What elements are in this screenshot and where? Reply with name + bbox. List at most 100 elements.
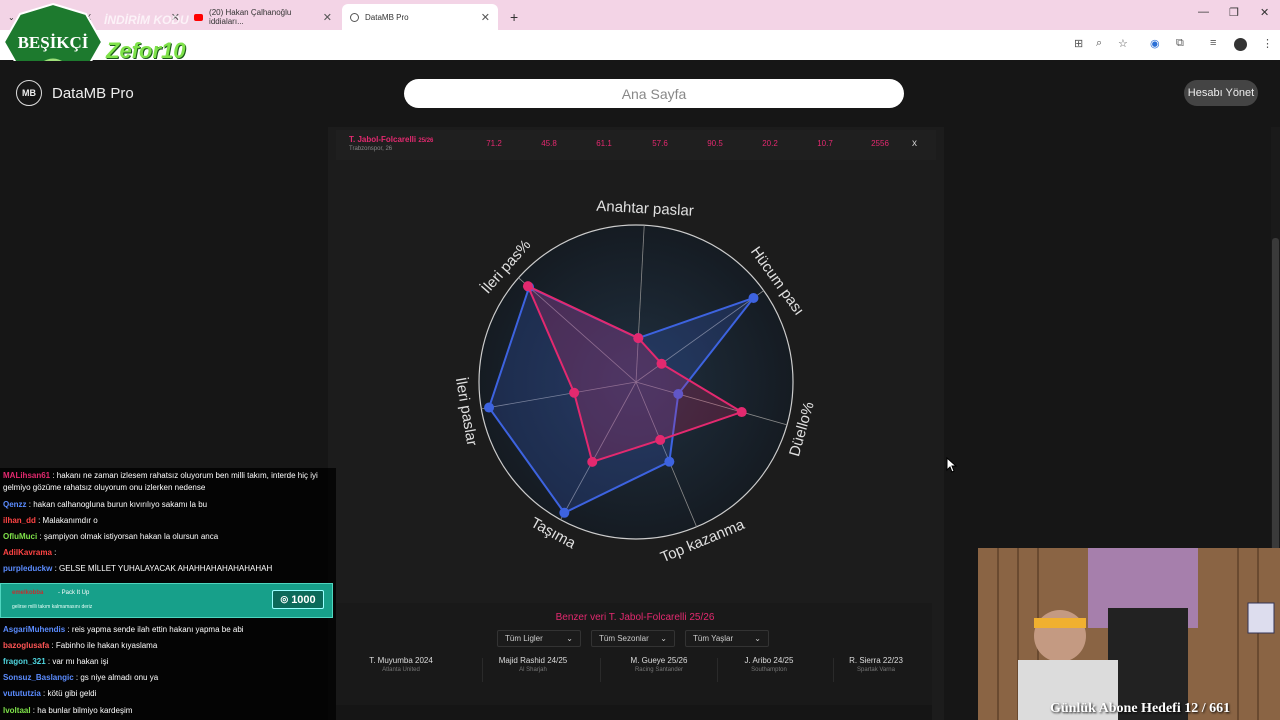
radar-point[interactable] xyxy=(664,456,675,467)
radar-point[interactable] xyxy=(569,387,580,398)
brand-name: DataMB Pro xyxy=(52,84,134,102)
similar-player-card[interactable]: J. Aribo 24/25 Southampton xyxy=(712,656,826,684)
reward-subtitle: gelirse milli takım kalmamasını deriz xyxy=(12,604,93,610)
chat-username[interactable]: fragon_321 xyxy=(3,657,46,666)
promo-text: İNDİRİM KODU xyxy=(104,13,189,27)
filter-label: Tüm Sezonlar xyxy=(599,634,649,643)
radar-point[interactable] xyxy=(587,456,598,467)
tab-datamb[interactable]: DataMB Pro ✕ xyxy=(342,4,498,30)
similar-player-club: Southampton xyxy=(751,667,787,673)
chat-username[interactable]: OfluMuci xyxy=(3,532,37,541)
chat-username[interactable]: MALihsan61 xyxy=(3,471,50,480)
similar-player-name: Majid Rashid 24/25 xyxy=(498,656,568,665)
similar-player-name: M. Gueye 25/26 xyxy=(630,656,688,665)
new-tab-button[interactable]: + xyxy=(502,4,522,30)
tab-youtube[interactable]: (20) Hakan Çalhanoğlu iddiaları... ✕ xyxy=(186,4,340,30)
stat-value: 90.5 xyxy=(707,139,723,148)
radar-axis-label: İleri paslar xyxy=(452,376,482,447)
radar-point[interactable] xyxy=(633,333,644,344)
brand-logo-icon: MB xyxy=(16,80,42,106)
divider xyxy=(600,658,601,682)
stat-value: 71.2 xyxy=(486,139,502,148)
similar-player-card[interactable]: R. Sierra 22/23 Spartak Varna xyxy=(819,656,933,684)
chat-text: : GELSE MİLLET YUHALAYACAK AHAHHAHAHAHAH… xyxy=(52,564,273,573)
similar-player-club: Spartak Varna xyxy=(857,667,895,673)
youtube-icon xyxy=(194,13,204,21)
player-club: Trabzonspor, 26 xyxy=(349,146,393,152)
chat-message: vutututzia : kötü gibi geldi xyxy=(3,688,329,700)
filter-label: Tüm Yaşlar xyxy=(693,634,734,643)
chat-message: MALihsan61 : hakanı ne zaman izlesem rah… xyxy=(3,470,329,494)
stat-value: 10.7 xyxy=(817,139,833,148)
chat-message: Qenzz : hakan calhanogluna burun kıvırıl… xyxy=(3,499,329,511)
chat-username[interactable]: Sonsuz_Baslangic xyxy=(3,673,74,682)
svg-text:BEŞİKÇİ: BEŞİKÇİ xyxy=(18,33,89,52)
maximize-button[interactable]: ❐ xyxy=(1229,6,1239,19)
remove-player-button[interactable]: x xyxy=(912,138,917,149)
chat-message: Sonsuz_Baslangic : gs niye almadı onu ya xyxy=(3,672,329,684)
radar-point[interactable] xyxy=(559,507,570,518)
profile-avatar[interactable] xyxy=(1234,38,1247,51)
chat-text: : hakan calhanogluna burun kıvırılıyo sa… xyxy=(26,500,208,509)
radar-point[interactable] xyxy=(484,402,495,413)
chat-message: purpleduckw : GELSE MİLLET YUHALAYACAK A… xyxy=(3,563,329,575)
reward-user: emelkobba xyxy=(12,590,44,596)
close-window-button[interactable]: ✕ xyxy=(1260,6,1269,19)
chat-text: : ha bunlar bilmiyo kardeşim xyxy=(30,706,133,715)
extensions-icon[interactable]: ⧉ xyxy=(1176,37,1184,50)
chat-username[interactable]: purpleduckw xyxy=(3,564,52,573)
subscriber-goal: Günlük Abone Hedefi 12 / 661 xyxy=(1050,701,1231,716)
bottom-bar xyxy=(336,705,932,720)
close-icon[interactable]: ✕ xyxy=(481,11,490,24)
stat-value: 61.1 xyxy=(596,139,612,148)
chat-text: : Fabinho ile hakan kıyaslama xyxy=(49,641,158,650)
webcam-feed xyxy=(978,548,1280,720)
chat-text: : gs niye almadı onu ya xyxy=(73,673,159,682)
radar-point[interactable] xyxy=(656,358,667,369)
radar-axis-label: Anahtar paslar xyxy=(596,198,694,220)
age-filter[interactable]: Tüm Yaşlar ⌄ xyxy=(685,630,769,647)
similar-player-card[interactable]: Majid Rashid 24/25 Al Sharjah xyxy=(476,656,590,684)
chat-username[interactable]: lvoltaal xyxy=(3,706,31,715)
radar-point[interactable] xyxy=(748,292,759,303)
reward-title: - Pack It Up xyxy=(58,590,90,596)
zoom-icon[interactable]: ⌕ xyxy=(1096,37,1102,50)
league-filter[interactable]: Tüm Ligler ⌄ xyxy=(497,630,581,647)
translate-icon[interactable]: ⊞ xyxy=(1074,37,1083,50)
site-icon xyxy=(350,12,359,22)
radar-point[interactable] xyxy=(522,281,533,292)
season-filter[interactable]: Tüm Sezonlar ⌄ xyxy=(591,630,675,647)
radar-chart: Anahtar paslarHücum pasıDüello%Top kazan… xyxy=(452,198,818,566)
extension-icon[interactable]: ◉ xyxy=(1150,37,1160,50)
radar-point[interactable] xyxy=(736,407,747,418)
player-name[interactable]: T. Jabol-Folcarelli 25/26 xyxy=(349,135,433,144)
chat-message: lvoltaal : ha bunlar bilmiyo kardeşim xyxy=(3,705,329,717)
chat-username[interactable]: AdilKavrama xyxy=(3,548,52,557)
similar-player-card[interactable]: M. Gueye 25/26 Racing Santander xyxy=(602,656,716,684)
chat-username[interactable]: ilhan_dd xyxy=(3,516,36,525)
player-season: 25/26 xyxy=(418,138,434,144)
menu-icon[interactable]: ⋮ xyxy=(1262,37,1273,50)
star-icon[interactable]: ☆ xyxy=(1118,37,1128,50)
close-icon[interactable]: ✕ xyxy=(323,11,332,24)
brand[interactable]: MB DataMB Pro xyxy=(16,80,134,106)
chat-text: : reis yapma sende ilah ettin hakanı yap… xyxy=(65,625,244,634)
filter-label: Tüm Ligler xyxy=(505,634,543,643)
address-bar[interactable] xyxy=(0,30,1280,60)
chat-message: AsgariMuhendis : reis yapma sende ilah e… xyxy=(3,624,329,636)
media-icon[interactable]: ≡ xyxy=(1210,37,1216,49)
similar-player-card[interactable]: T. Muyumba 2024 Atlanta United xyxy=(344,656,458,684)
search-input[interactable] xyxy=(404,79,904,108)
chat-username[interactable]: bazoglusafa xyxy=(3,641,49,650)
points-icon: ◎ xyxy=(280,594,289,604)
scrollbar-thumb[interactable] xyxy=(1272,238,1279,553)
chat-username[interactable]: AsgariMuhendis xyxy=(3,625,65,634)
chat-message: AdilKavrama : xyxy=(3,547,329,559)
chevron-down-icon: ⌄ xyxy=(566,634,573,643)
manage-account-button[interactable]: Hesabı Yönet xyxy=(1184,80,1258,106)
chat-username[interactable]: vutututzia xyxy=(3,689,41,698)
chat-username[interactable]: Qenzz xyxy=(3,500,27,509)
chevron-down-icon: ⌄ xyxy=(754,634,761,643)
minimize-button[interactable]: — xyxy=(1198,6,1209,18)
radar-point[interactable] xyxy=(655,434,666,445)
